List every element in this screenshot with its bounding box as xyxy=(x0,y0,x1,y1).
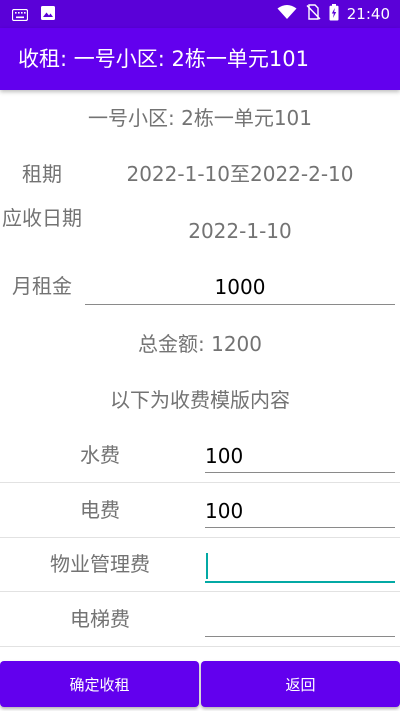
due-date-label: 应收日期 xyxy=(2,206,82,230)
water-fee-input[interactable] xyxy=(205,440,395,473)
monthly-rent-input[interactable] xyxy=(85,270,395,305)
fee-row-water: 水费 xyxy=(0,428,400,483)
due-date-value: 2022-1-10 xyxy=(188,219,292,243)
total-amount: 总金额: 1200 xyxy=(138,332,262,356)
keyboard-icon xyxy=(11,6,29,25)
confirm-collect-rent-button[interactable]: 确定收租 xyxy=(0,661,199,707)
back-button[interactable]: 返回 xyxy=(201,661,400,707)
status-time: 21:40 xyxy=(346,5,390,23)
fee-label: 电梯费 xyxy=(70,607,130,631)
fee-row-elevator: 电梯费 xyxy=(0,592,400,647)
wifi-icon xyxy=(277,4,297,24)
template-section-title: 以下为收费模版内容 xyxy=(110,388,290,412)
complex-room-label: 一号小区: 2栋一单元101 xyxy=(88,106,312,130)
monthly-rent-label: 月租金 xyxy=(12,274,72,298)
lease-label: 租期 xyxy=(22,162,62,186)
fee-label: 物业管理费 xyxy=(50,552,150,576)
status-bar: 21:40 xyxy=(0,0,400,28)
no-sim-icon xyxy=(305,4,321,24)
page-title: 收租: 一号小区: 2栋一单元101 xyxy=(18,47,309,71)
elevator-fee-input[interactable] xyxy=(205,604,395,637)
screen: 21:40 收租: 一号小区: 2栋一单元101 一号小区: 2栋一单元101 … xyxy=(0,0,400,711)
battery-charging-icon xyxy=(329,3,339,25)
fee-row-electricity: 电费 xyxy=(0,483,400,538)
lease-value: 2022-1-10至2022-2-10 xyxy=(126,162,354,186)
fee-row-property-management: 物业管理费 xyxy=(0,537,400,592)
text-caret xyxy=(206,553,208,579)
electricity-fee-input[interactable] xyxy=(205,495,395,528)
fee-label: 水费 xyxy=(80,443,120,467)
property-management-fee-input[interactable] xyxy=(205,549,395,583)
fee-label: 电费 xyxy=(80,498,120,522)
image-icon xyxy=(40,5,56,25)
app-bar: 收租: 一号小区: 2栋一单元101 xyxy=(0,28,400,90)
